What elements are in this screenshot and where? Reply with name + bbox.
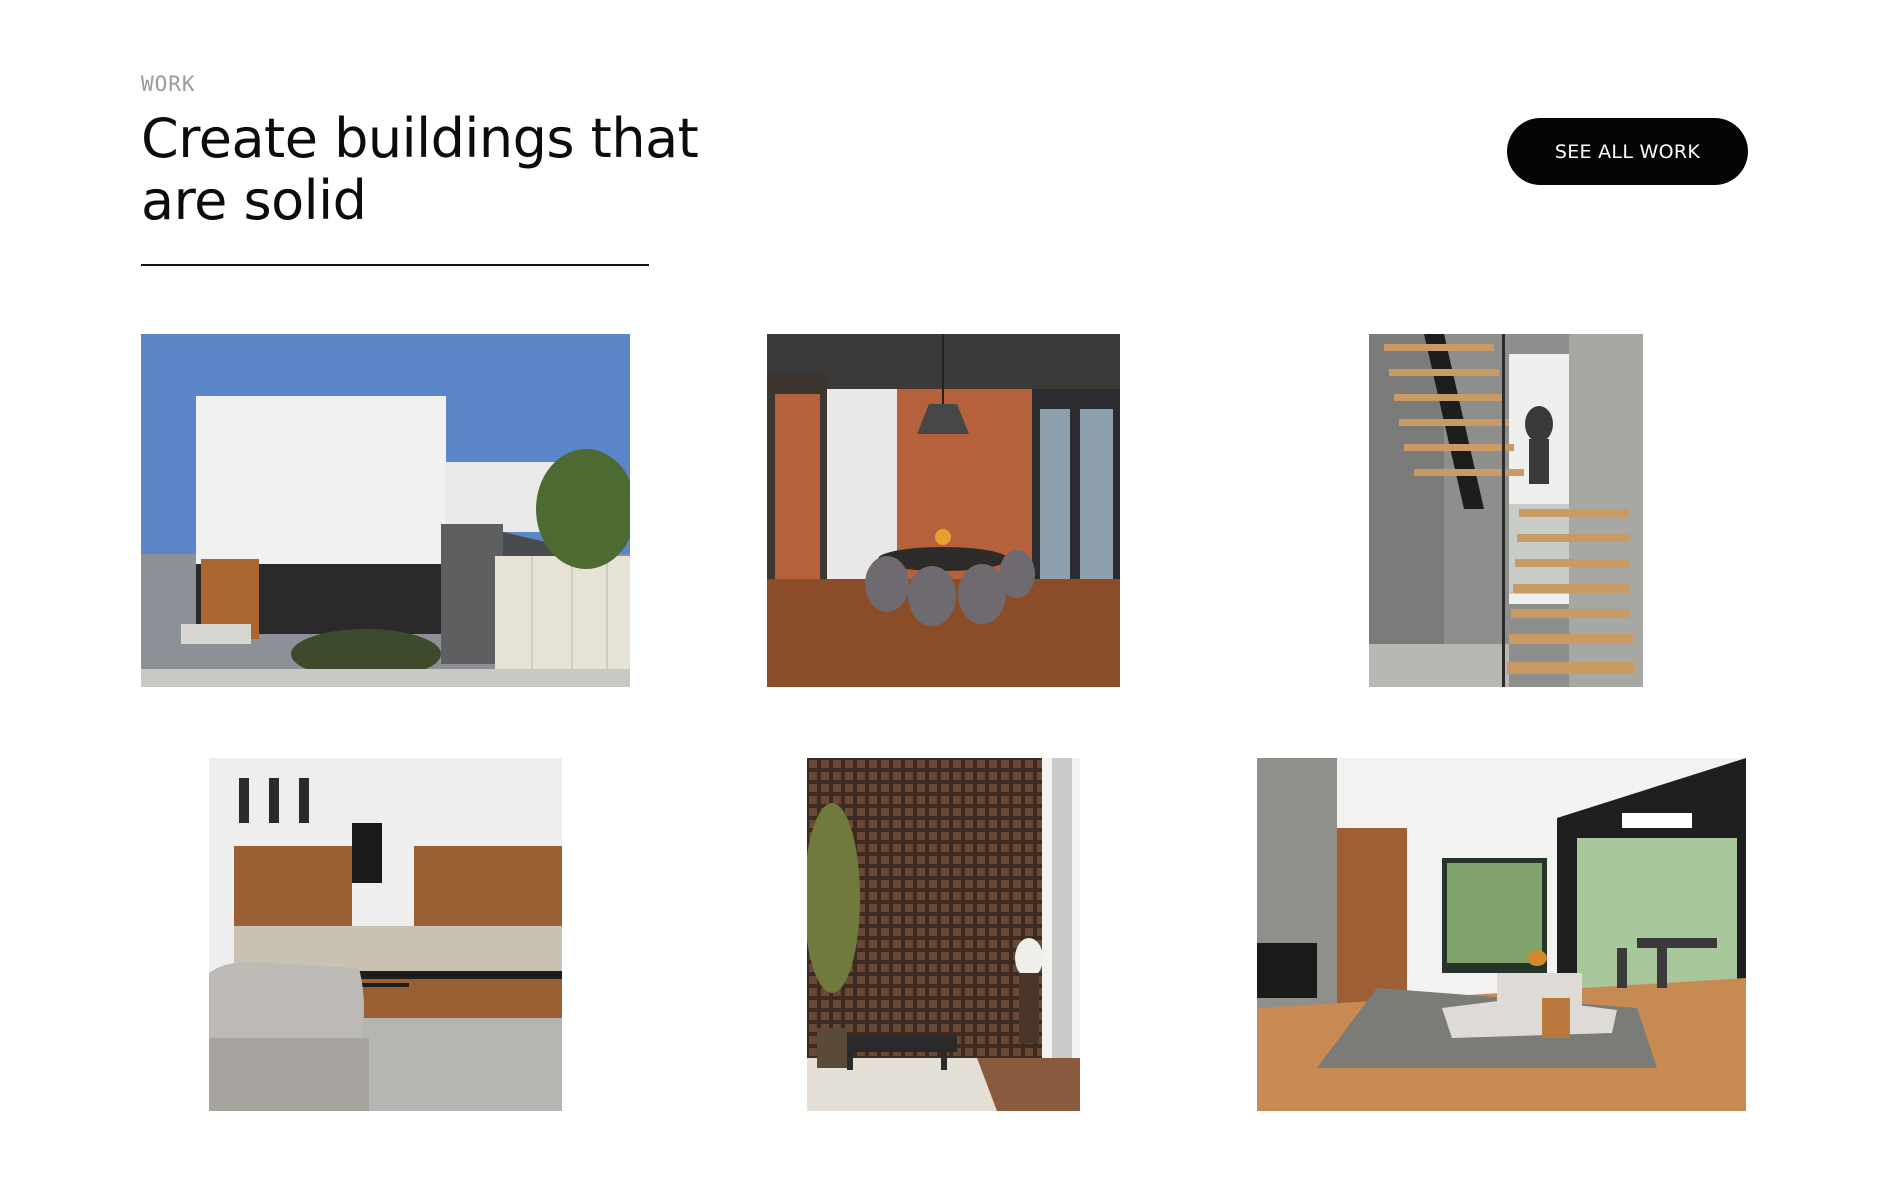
section-title: Create buildings that are solid (141, 107, 699, 232)
project-image (1369, 334, 1643, 687)
see-all-work-button[interactable]: SEE ALL WORK (1507, 118, 1748, 185)
project-image (767, 334, 1120, 687)
project-card-white-house-exterior[interactable] (141, 334, 630, 687)
title-underline (141, 264, 649, 266)
project-image (807, 758, 1080, 1111)
project-card-open-living-room[interactable] (1257, 758, 1746, 1111)
project-card-floating-staircase[interactable] (1369, 334, 1643, 687)
project-image (141, 334, 630, 687)
work-section-label: WORK (141, 72, 196, 96)
project-image (1257, 758, 1746, 1111)
project-card-wood-kitchen[interactable] (209, 758, 562, 1111)
project-card-brick-dining-room[interactable] (767, 334, 1120, 687)
project-card-lattice-wall-lobby[interactable] (807, 758, 1080, 1111)
project-image (209, 758, 562, 1111)
